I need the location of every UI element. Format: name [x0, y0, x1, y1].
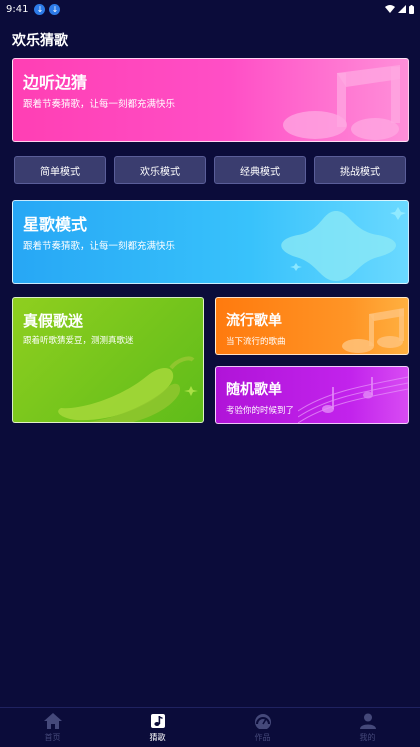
tab-me[interactable]: 我的 [315, 708, 420, 747]
tab-home-label: 首页 [44, 733, 61, 742]
music-staff-decoration-icon [298, 376, 408, 423]
mode-button-easy[interactable]: 简单模式 [14, 156, 106, 184]
star-decoration-icon [281, 207, 406, 281]
battery-icon [409, 4, 414, 14]
music-note-decoration-icon [283, 65, 400, 140]
popular-playlist-card[interactable]: 流行歌单 当下流行的歌曲 [215, 297, 409, 355]
music-note-decoration-icon [342, 308, 404, 353]
mode-button-classic[interactable]: 经典模式 [214, 156, 306, 184]
tab-guess-song[interactable]: 猜歌 [105, 708, 210, 747]
true-false-fans-subtitle: 跟着听歌猜爱豆，测测真歌迷 [23, 336, 134, 346]
star-mode-card[interactable]: 星歌模式 跟着节奏猜歌，让每一刻都充满快乐 [12, 200, 409, 284]
star-mode-title: 星歌模式 [23, 215, 88, 234]
random-playlist-card[interactable]: 随机歌单 考验你的时候到了 [215, 366, 409, 424]
download-notification-icon: ↓ [49, 3, 61, 15]
tab-home[interactable]: 首页 [0, 708, 105, 747]
mode-button-happy[interactable]: 欢乐模式 [114, 156, 206, 184]
status-bar: 9:41 ↓ ↓ [0, 0, 420, 18]
home-icon [43, 712, 63, 730]
popular-playlist-subtitle: 当下流行的歌曲 [226, 337, 286, 347]
listen-guess-title: 边听边猜 [23, 73, 88, 92]
signal-icon [398, 5, 406, 13]
mode-selector: 简单模式 欢乐模式 经典模式 挑战模式 [14, 156, 406, 184]
bottom-tab-bar: 首页 猜歌 作品 我的 [0, 707, 420, 747]
listen-guess-card[interactable]: 边听边猜 跟着节奏猜歌，让每一刻都充满快乐 [12, 58, 409, 142]
gauge-icon [253, 712, 273, 730]
wifi-icon [385, 5, 395, 13]
listen-guess-subtitle: 跟着节奏猜歌，让每一刻都充满快乐 [23, 99, 176, 110]
popular-playlist-title: 流行歌单 [226, 313, 282, 329]
tab-works-label: 作品 [254, 733, 271, 742]
random-playlist-subtitle: 考验你的时候到了 [226, 406, 295, 416]
tab-works[interactable]: 作品 [210, 708, 315, 747]
status-time: 9:41 [6, 3, 29, 15]
true-false-fans-card[interactable]: 真假歌迷 跟着听歌猜爱豆，测测真歌迷 [12, 297, 204, 423]
star-mode-subtitle: 跟着节奏猜歌，让每一刻都充满快乐 [23, 241, 176, 252]
music-note-icon [148, 712, 168, 730]
person-icon [358, 712, 378, 730]
mode-button-challenge[interactable]: 挑战模式 [314, 156, 406, 184]
tab-guess-song-label: 猜歌 [149, 733, 166, 742]
chili-pepper-decoration-icon [58, 356, 198, 422]
tab-me-label: 我的 [359, 733, 376, 742]
random-playlist-title: 随机歌单 [226, 382, 282, 398]
page-title: 欢乐猜歌 [12, 33, 68, 49]
download-notification-icon: ↓ [34, 3, 46, 15]
true-false-fans-title: 真假歌迷 [23, 312, 84, 330]
